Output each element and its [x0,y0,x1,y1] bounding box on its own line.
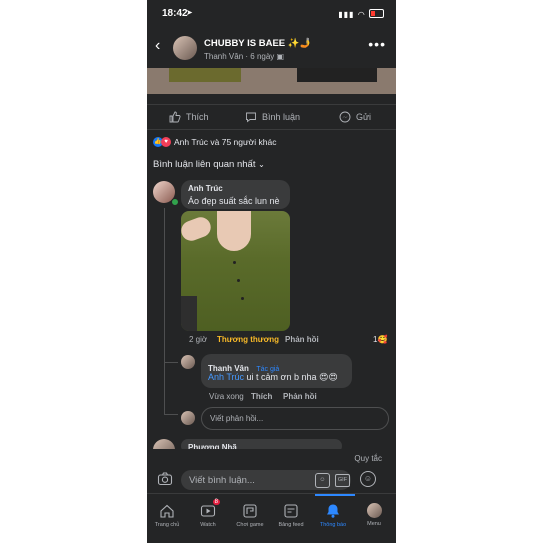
tab-label: Menu [367,521,381,527]
divider [147,104,396,105]
tab-label: Watch [200,522,216,528]
reply-like-button[interactable]: Thích [251,392,272,401]
menu-avatar [366,503,382,518]
emoji-icon[interactable]: ☺ [360,471,376,487]
bell-icon [325,503,341,519]
like-button[interactable]: Thích [169,111,209,123]
gaming-icon [242,503,258,519]
online-status-dot [171,198,179,206]
love-reaction-icon: ♥ [161,137,171,147]
gif-icon[interactable]: GIF [335,474,350,487]
feed-icon [283,503,299,519]
messenger-icon [339,111,351,123]
notification-badge: 8 [212,499,220,505]
signal-icon: ▮▮▮ [338,10,355,19]
send-label: Gửi [356,112,372,122]
commenter-name[interactable]: Anh Trúc [188,184,223,193]
divider [147,129,396,130]
mention-link[interactable]: Anh Trúc [208,372,244,382]
reply-input[interactable]: Viết phản hồi... [201,407,389,430]
post-subtitle: Thanh Vân · 6 ngày ▣ [204,52,284,61]
active-tab-indicator [315,494,355,496]
more-options-icon[interactable]: ••• [368,36,386,52]
comment-label: Bình luận [262,112,301,122]
rules-link[interactable]: Quy tắc [354,454,382,463]
tab-label: Thông báo [319,522,347,528]
home-icon [159,503,175,519]
tab-label: Chơi game [236,522,264,528]
tab-label: Bảng feed [278,522,304,528]
reactions-text: Anh Trúc và 75 người khác [174,137,277,147]
thread-line [164,208,165,414]
reply-time: Vừa xong [209,392,244,401]
comment-reaction-button[interactable]: Thương thương [217,335,279,344]
reply-input-placeholder: Viết phản hồi... [210,414,264,423]
phone-screen: 18:42 ➤ ▮▮▮ ◠ ‹ CHUBBY IS BAEE ✨🤳 Thanh … [147,0,396,543]
post-title[interactable]: CHUBBY IS BAEE ✨🤳 [204,38,311,49]
reply-reply-button[interactable]: Phản hồi [283,392,317,401]
like-label: Thích [186,112,209,122]
comment-reaction-count[interactable]: 1🥰 [373,335,387,344]
chevron-down-icon: ⌄ [258,160,265,169]
tab-watch[interactable]: 8 Watch [188,499,228,528]
tab-gaming[interactable]: Chơi game [230,503,270,528]
reply-avatar[interactable] [181,355,195,369]
comment-button[interactable]: Bình luận [245,111,300,123]
comment-reply-button[interactable]: Phản hồi [285,335,319,344]
reply-bubble[interactable]: Thanh Vân Tác giả Anh Trúc ui t cảm ơn b… [201,354,352,388]
privacy-icon: ▣ [276,52,285,61]
reply-text: ui t cảm ơn b nha 😍😍 [246,372,338,382]
tab-notifications[interactable]: Thông báo [313,503,353,528]
reactions-summary[interactable]: 👍 ♥ Anh Trúc và 75 người khác [153,137,276,147]
comment-bubble[interactable]: Anh Trúc Áo đẹp suất sắc lun nè [181,180,290,209]
battery-icon [369,9,384,18]
post-photo[interactable] [147,68,396,94]
tab-label: Trang chủ [154,522,180,528]
comment-input-placeholder: Viết bình luận... [189,475,255,486]
post-time[interactable]: 6 ngày [250,52,274,61]
wifi-icon: ◠ [357,10,366,19]
status-icons: ▮▮▮ ◠ [338,8,384,19]
comment-icon [246,112,256,123]
my-avatar [181,411,195,425]
send-button[interactable]: Gửi [339,111,371,123]
camera-icon[interactable] [157,471,173,487]
location-icon: ➤ [186,8,193,17]
tab-menu[interactable]: Menu [354,503,394,527]
status-time: 18:42 [162,8,188,19]
comment-time: 2 giờ [189,335,208,344]
tab-home[interactable]: Trang chủ [147,503,187,528]
back-icon[interactable]: ‹ [155,37,160,55]
thread-connector [164,362,178,363]
comment-text: Áo đẹp suất sắc lun nè [188,196,280,206]
comment-sort-dropdown[interactable]: Bình luận liên quan nhất ⌄ [153,159,265,170]
thread-connector [164,414,178,415]
page-avatar[interactable] [173,36,197,60]
comment-photo[interactable] [181,211,290,331]
care-reaction-icon: 🥰 [377,335,388,344]
watch-icon: 8 [200,499,220,519]
tab-feeds[interactable]: Bảng feed [271,503,311,528]
thumbs-up-icon [169,111,181,123]
reply-content: Anh Trúc ui t cảm ơn b nha 😍😍 [208,372,338,383]
avatar-sticker-icon[interactable]: ☺ [315,473,330,488]
post-author[interactable]: Thanh Vân [204,52,243,61]
comment-input[interactable]: Viết bình luận... ☺ GIF [181,470,351,490]
sort-label: Bình luận liên quan nhất [153,159,256,170]
